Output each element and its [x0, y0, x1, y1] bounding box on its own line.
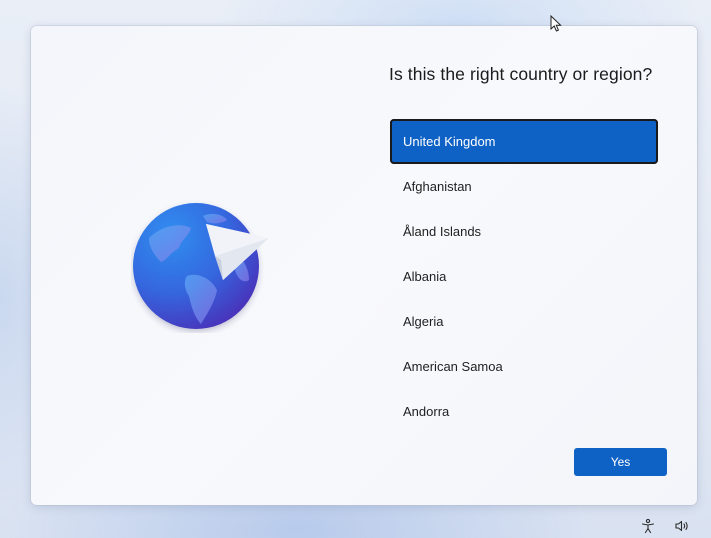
list-item-american-samoa[interactable]: American Samoa [390, 344, 658, 389]
list-item-algeria[interactable]: Algeria [390, 299, 658, 344]
country-list[interactable]: United Kingdom Afghanistan Åland Islands… [390, 119, 658, 434]
accessibility-icon[interactable] [640, 518, 656, 534]
page-title: Is this the right country or region? [389, 64, 653, 84]
yes-button[interactable]: Yes [574, 448, 667, 476]
list-item-united-kingdom[interactable]: United Kingdom [390, 119, 658, 164]
globe-paper-plane-icon [131, 198, 276, 333]
setup-dialog: Is this the right country or region? Uni… [31, 26, 697, 505]
list-item-albania[interactable]: Albania [390, 254, 658, 299]
mouse-cursor-icon [550, 14, 562, 32]
list-item-andorra[interactable]: Andorra [390, 389, 658, 434]
volume-icon[interactable] [674, 518, 690, 534]
list-item-afghanistan[interactable]: Afghanistan [390, 164, 658, 209]
list-item-aland-islands[interactable]: Åland Islands [390, 209, 658, 254]
